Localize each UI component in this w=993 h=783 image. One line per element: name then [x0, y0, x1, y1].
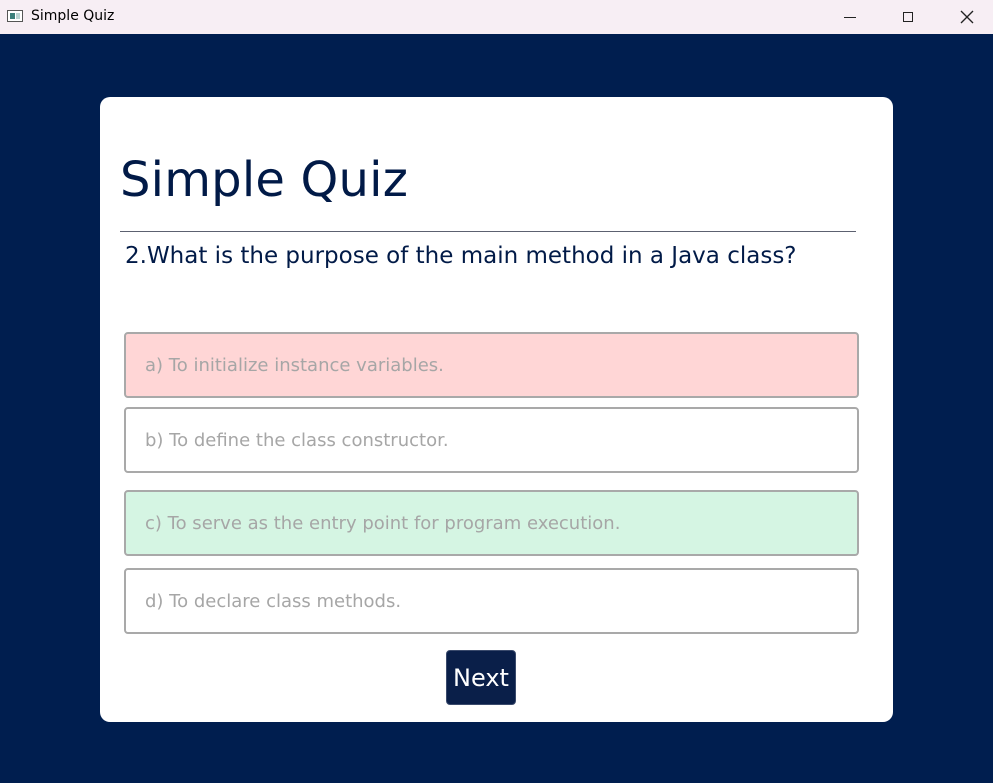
option-b[interactable]: b) To define the class constructor. — [124, 407, 859, 473]
minimize-button[interactable] — [827, 0, 873, 34]
question-text: 2.What is the purpose of the main method… — [125, 243, 797, 269]
close-button[interactable] — [944, 0, 990, 34]
option-a-label: a) To initialize instance variables. — [145, 354, 444, 376]
title-bar: Simple Quiz — [0, 0, 993, 34]
option-a-incorrect[interactable]: a) To initialize instance variables. — [124, 332, 859, 398]
window-title: Simple Quiz — [31, 8, 115, 24]
quiz-title: Simple Quiz — [120, 152, 409, 208]
maximize-icon — [903, 12, 913, 22]
quiz-card: Simple Quiz 2.What is the purpose of the… — [100, 97, 893, 722]
minimize-icon — [844, 16, 856, 18]
app-window: Simple Quiz Simple Quiz 2.What is the pu… — [0, 0, 993, 783]
option-c-label: c) To serve as the entry point for progr… — [145, 512, 621, 534]
option-d[interactable]: d) To declare class methods. — [124, 568, 859, 634]
maximize-button[interactable] — [885, 0, 931, 34]
option-d-label: d) To declare class methods. — [145, 590, 402, 612]
app-window-icon — [7, 10, 23, 22]
title-divider — [120, 231, 856, 232]
option-c-correct[interactable]: c) To serve as the entry point for progr… — [124, 490, 859, 556]
close-icon — [960, 10, 974, 24]
next-button[interactable]: Next — [446, 650, 516, 705]
option-b-label: b) To define the class constructor. — [145, 429, 449, 451]
